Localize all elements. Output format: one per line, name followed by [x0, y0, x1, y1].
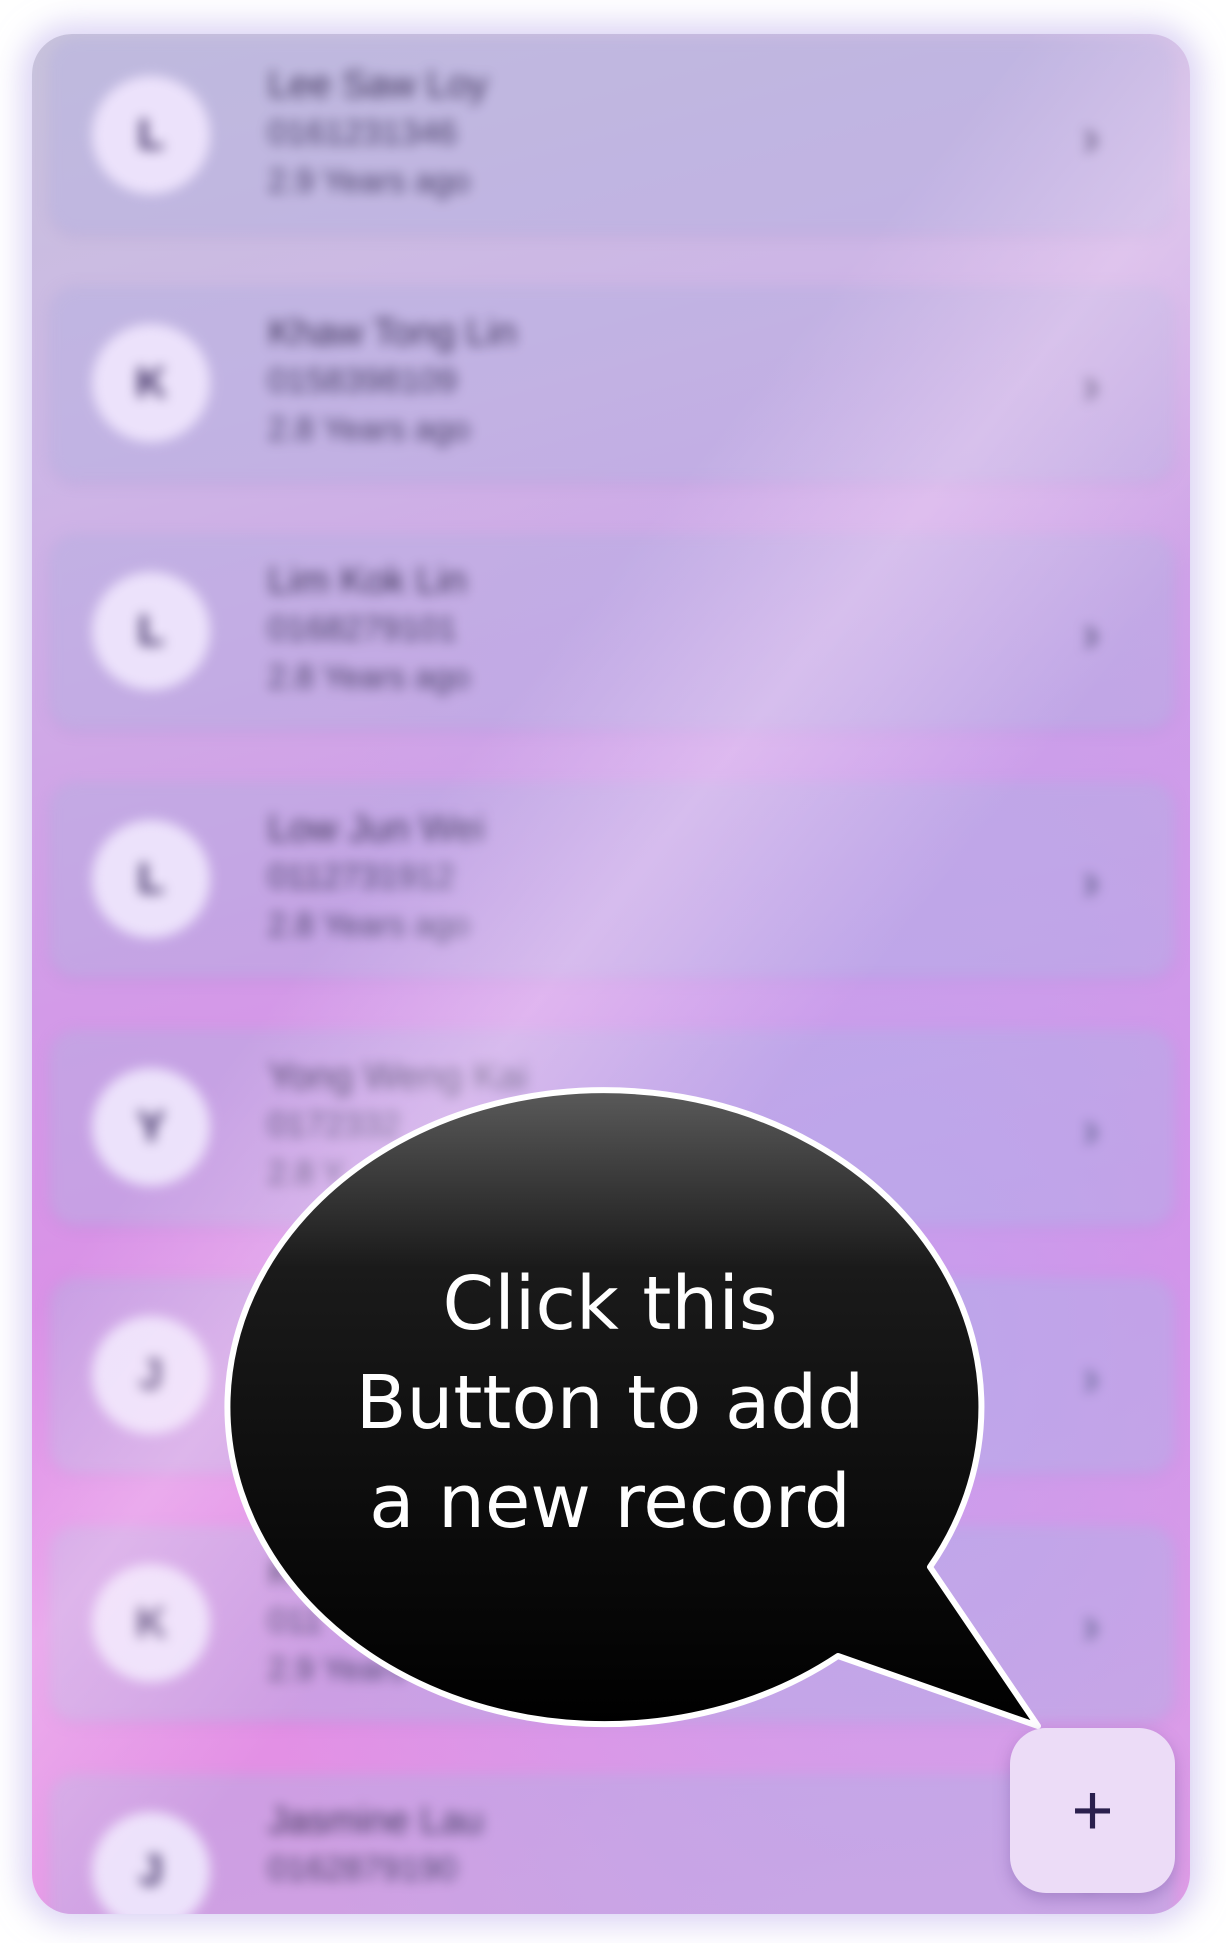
avatar: J	[92, 1316, 210, 1434]
contact-row[interactable]: L Low Jun Wei 0112731912 2.8 Years ago ›	[50, 782, 1174, 977]
contact-row[interactable]: K Khaw Tong Lin 0158398109 2.8 Years ago…	[50, 286, 1174, 481]
contact-row[interactable]: L Lim Kok Lin 0168279101 2.8 Years ago ›	[50, 534, 1174, 729]
contact-timestamp: 2.9 Years	[268, 1650, 406, 1687]
contact-name: Yong Weng Kai	[268, 1056, 528, 1098]
contact-list-screen: L Lee Saw Loy 0161231346 2.9 Years ago ›…	[32, 34, 1190, 1914]
contact-phone: 0162879190	[268, 1850, 458, 1888]
chevron-right-icon: ›	[1082, 355, 1100, 415]
chevron-right-icon: ›	[1082, 1595, 1100, 1655]
contact-row[interactable]: K K 011 2.9 Years ›	[50, 1526, 1174, 1721]
contact-timestamp: 2.9 Years ago	[268, 162, 470, 199]
contact-name: Lee Saw Loy	[268, 64, 488, 106]
avatar: J	[92, 1812, 210, 1914]
contact-list: L Lee Saw Loy 0161231346 2.9 Years ago ›…	[32, 34, 1190, 1914]
callout-line: a new record	[369, 1459, 851, 1545]
contact-phone: 0158398109	[268, 362, 458, 400]
contact-name: Jasmine Lau	[268, 1800, 484, 1842]
chevron-right-icon: ›	[1082, 603, 1100, 663]
callout-line: Button to add	[355, 1360, 865, 1446]
callout-line: Click this	[442, 1261, 778, 1347]
contact-timestamp: 2.8 Years ago	[268, 658, 470, 695]
contact-timestamp: 2.8 Years ago	[268, 906, 470, 943]
avatar: L	[92, 76, 210, 194]
contact-phone: 011	[268, 1602, 323, 1640]
contact-phone: 0112731912	[268, 858, 455, 896]
avatar: L	[92, 572, 210, 690]
chevron-right-icon: ›	[1082, 107, 1100, 167]
avatar: Y	[92, 1068, 210, 1186]
chevron-right-icon: ›	[1082, 1347, 1100, 1407]
contact-phone: 0161231346	[268, 114, 458, 152]
chevron-right-icon: ›	[1082, 1099, 1100, 1159]
avatar: L	[92, 820, 210, 938]
avatar: K	[92, 1564, 210, 1682]
avatar: K	[92, 324, 210, 442]
contact-phone: 0168279101	[268, 610, 458, 648]
add-record-button[interactable]: +	[1010, 1728, 1175, 1893]
plus-icon: +	[1071, 1770, 1114, 1851]
contact-name: Khaw Tong Lin	[268, 312, 517, 354]
contact-name: K	[268, 1552, 294, 1594]
contact-name: Lim Kok Lin	[268, 560, 467, 602]
contact-timestamp: 2.8 Years ago	[268, 410, 470, 447]
contact-row[interactable]: L Lee Saw Loy 0161231346 2.9 Years ago ›	[50, 38, 1174, 233]
contact-phone: 0172332	[268, 1106, 401, 1144]
contact-row[interactable]: J Jasmine Lau 0162879190 ›	[50, 1774, 1174, 1914]
callout-message: Click this Button to add a new record	[300, 1255, 920, 1552]
contact-timestamp: 2.8 Y	[268, 1154, 345, 1191]
contact-row[interactable]: Y Yong Weng Kai 0172332 2.8 Y ›	[50, 1030, 1174, 1225]
contact-name: Low Jun Wei	[268, 808, 485, 850]
chevron-right-icon: ›	[1082, 851, 1100, 911]
